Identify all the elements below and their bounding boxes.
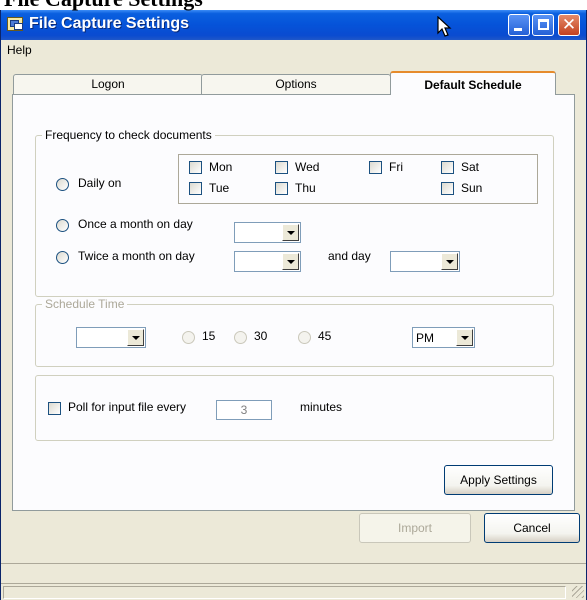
label-wed: Wed	[295, 160, 320, 174]
menu-bar: Help	[1, 40, 586, 60]
twice-radio[interactable]	[56, 251, 69, 264]
label-tue: Tue	[209, 181, 230, 195]
minute-30-label: 30	[254, 329, 268, 343]
resize-grip-icon[interactable]	[572, 586, 584, 598]
twice-day1-select[interactable]	[234, 251, 301, 272]
checkbox-thu[interactable]	[275, 182, 288, 195]
app-icon	[7, 17, 23, 31]
poll-checkbox[interactable]	[48, 402, 61, 415]
apply-settings-button[interactable]: Apply Settings	[444, 465, 553, 495]
close-button[interactable]: ✕	[558, 14, 580, 36]
import-button[interactable]: Import	[359, 513, 471, 543]
hour-select[interactable]	[76, 327, 146, 348]
and-day-label: and day	[328, 249, 371, 263]
chevron-down-icon[interactable]	[282, 224, 299, 241]
once-radio[interactable]	[56, 219, 69, 232]
checkbox-wed[interactable]	[275, 161, 288, 174]
overlay-heading: File Capture Settings	[4, 0, 203, 12]
tab-logon[interactable]: Logon	[13, 74, 203, 94]
separator	[1, 563, 586, 564]
minute-45-label: 45	[318, 329, 332, 343]
status-pane	[3, 586, 566, 599]
title-bar[interactable]: File Capture Settings ✕	[1, 10, 586, 40]
ampm-value: PM	[416, 331, 434, 345]
chevron-down-icon[interactable]	[456, 329, 473, 346]
minute-30-radio[interactable]	[234, 331, 247, 344]
menu-help[interactable]: Help	[7, 43, 32, 57]
minute-45-radio[interactable]	[298, 331, 311, 344]
window-title: File Capture Settings	[29, 15, 190, 32]
tab-default-schedule[interactable]: Default Schedule	[390, 71, 556, 95]
once-day-select[interactable]	[234, 222, 301, 243]
default-schedule-panel: Frequency to check documents Daily on Mo…	[12, 94, 575, 511]
label-thu: Thu	[295, 181, 316, 195]
tab-options[interactable]: Options	[201, 74, 391, 94]
days-box: Mon Wed Fri Sat Tue Thu Sun	[178, 154, 538, 204]
ampm-select[interactable]: PM	[412, 327, 475, 348]
label-mon: Mon	[209, 160, 233, 174]
checkbox-mon[interactable]	[189, 161, 202, 174]
minimize-button[interactable]	[508, 14, 530, 36]
label-fri: Fri	[389, 160, 403, 174]
daily-radio[interactable]	[56, 178, 69, 191]
app-window: File Capture Settings ✕ Help Logon Optio…	[0, 10, 587, 600]
minute-15-label: 15	[202, 329, 216, 343]
frequency-legend: Frequency to check documents	[42, 128, 215, 142]
checkbox-fri[interactable]	[369, 161, 382, 174]
chevron-down-icon[interactable]	[282, 253, 299, 270]
twice-day2-select[interactable]	[390, 251, 460, 272]
schedule-time-group: Schedule Time 15 30 45 PM	[35, 297, 554, 367]
minute-15-radio[interactable]	[182, 331, 195, 344]
daily-label: Daily on	[78, 176, 122, 190]
poll-label: Poll for input file every	[68, 400, 187, 414]
schedule-time-legend: Schedule Time	[42, 297, 128, 311]
minimize-icon	[514, 28, 522, 31]
twice-label: Twice a month on day	[78, 249, 195, 263]
cancel-button[interactable]: Cancel	[484, 513, 580, 543]
status-bar	[1, 583, 586, 600]
checkbox-sat[interactable]	[441, 161, 454, 174]
mouse-pointer-icon	[437, 16, 452, 37]
maximize-icon	[538, 19, 549, 30]
poll-unit-label: minutes	[300, 400, 343, 414]
checkbox-sun[interactable]	[441, 182, 454, 195]
chevron-down-icon[interactable]	[127, 329, 144, 346]
maximize-button[interactable]	[532, 14, 554, 36]
poll-minutes-input[interactable]: 3	[216, 400, 272, 420]
label-sat: Sat	[461, 160, 480, 174]
checkbox-tue[interactable]	[189, 182, 202, 195]
close-icon: ✕	[561, 15, 577, 34]
frequency-group: Frequency to check documents Daily on Mo…	[35, 128, 554, 297]
once-label: Once a month on day	[78, 217, 193, 231]
poll-group: Poll for input file every 3 minutes	[35, 375, 554, 441]
label-sun: Sun	[461, 181, 483, 195]
chevron-down-icon[interactable]	[441, 253, 458, 270]
